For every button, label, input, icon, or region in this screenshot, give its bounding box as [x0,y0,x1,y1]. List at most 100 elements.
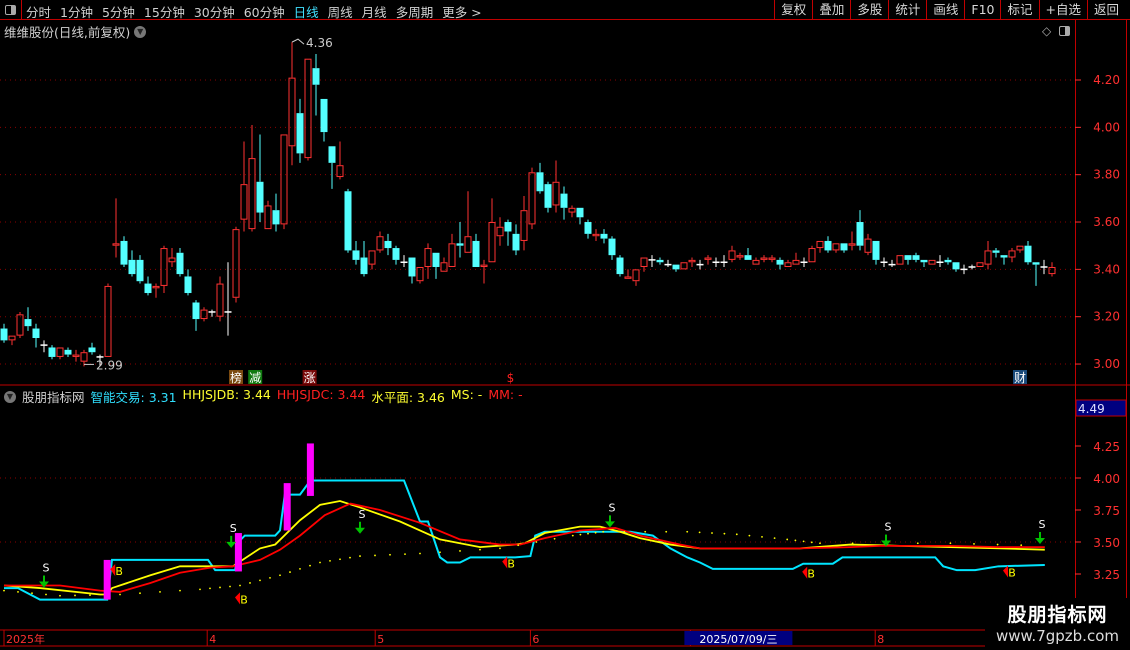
level-dot [45,593,47,596]
level-dot [199,588,201,591]
candle [400,255,408,267]
candle [624,269,632,279]
candle-body [784,262,792,267]
candle-body [176,252,184,275]
candle [40,340,48,353]
price-tick-label: 4.20 [1093,73,1120,87]
candle [1024,240,1032,265]
candle-body [1016,245,1024,251]
candle-body [728,250,736,260]
level-dot [459,550,461,552]
level-dot [819,542,821,545]
candle-body [160,248,168,286]
candle [376,231,384,253]
candle [888,259,896,267]
candle [856,210,864,251]
sell-signal-label: S [43,562,50,575]
candle-body [80,352,88,362]
candle-body [752,259,760,265]
candle-body [824,240,832,251]
candle-body [240,184,248,220]
chart-canvas[interactable]: 4.20 4.00 3.80 3.60 3.40 3.20 3.00 4.36 2.99 榜减 涨 $… [0,0,1130,650]
candle-body [776,259,784,265]
level-dot [665,530,668,533]
candle [632,269,640,286]
candle-body [368,250,376,265]
candle-body [976,262,984,267]
candle [656,257,664,265]
level-dot [329,559,331,562]
candle-body [112,243,120,246]
candle [704,255,712,265]
candle-body [1024,245,1032,263]
candle [768,255,776,263]
candle [784,259,792,267]
price-tick-label: 3.20 [1093,310,1120,324]
event-marker: 减 [249,371,261,385]
candle [592,229,600,241]
candle [512,224,520,256]
candle [984,240,992,270]
level-dot [349,556,351,559]
candle [824,236,832,253]
candle-body [256,181,264,213]
level-dot [17,591,19,593]
candle [688,257,696,267]
level-dot [802,540,805,543]
candle [304,58,312,161]
level-dot [139,592,141,595]
level-dot [698,531,701,534]
candle-body [600,233,608,239]
level-dot [535,541,538,543]
sell-arrow-icon [226,541,237,548]
event-marker: 涨 [304,370,316,385]
candle [312,53,320,116]
candle [8,335,16,346]
level-dot [773,537,776,540]
candle-body [192,302,200,320]
candle [88,342,96,355]
indicator-value: HHJSJDC: 3.44 [276,387,366,402]
candle [928,259,936,265]
candle-body [72,354,80,357]
indicator-tick-label: 3.75 [1093,504,1120,518]
candle-body [56,347,64,357]
candle [320,98,328,142]
level-dot [996,543,999,546]
candle-body [904,255,912,260]
candle [488,198,496,263]
date-label: 5 [377,633,384,646]
candle-body [920,259,928,263]
candle-body [248,158,256,230]
candle-body [392,248,400,260]
candle-body [992,250,1000,253]
candle [816,240,824,253]
candle-body [944,259,952,263]
candle [616,255,624,277]
candle-body [928,259,936,265]
candle-body [552,181,560,206]
candle [136,255,144,284]
buy-signal-label: B [507,557,515,570]
candle [480,259,488,284]
candle-body [312,68,320,85]
price-tick-label: 3.40 [1093,262,1120,276]
chevron-down-icon[interactable]: ▼ [4,390,16,403]
level-dot [74,594,76,597]
level-dot [309,564,311,567]
candle-body [832,243,840,251]
candle [288,42,296,166]
candle [48,345,56,360]
candle [872,240,880,265]
candle-body [304,58,312,159]
max-price-label: 4.36 [306,36,333,50]
max-arrow [291,38,305,45]
candle-body [272,210,280,225]
level-dot [239,584,241,587]
level-dot [579,533,582,536]
candle-body [672,264,680,270]
watermark: 股朋指标网 www.7gpzb.com [985,598,1130,650]
candle [0,323,8,343]
candle [456,222,464,258]
indicator-value: MS: - [450,387,483,402]
